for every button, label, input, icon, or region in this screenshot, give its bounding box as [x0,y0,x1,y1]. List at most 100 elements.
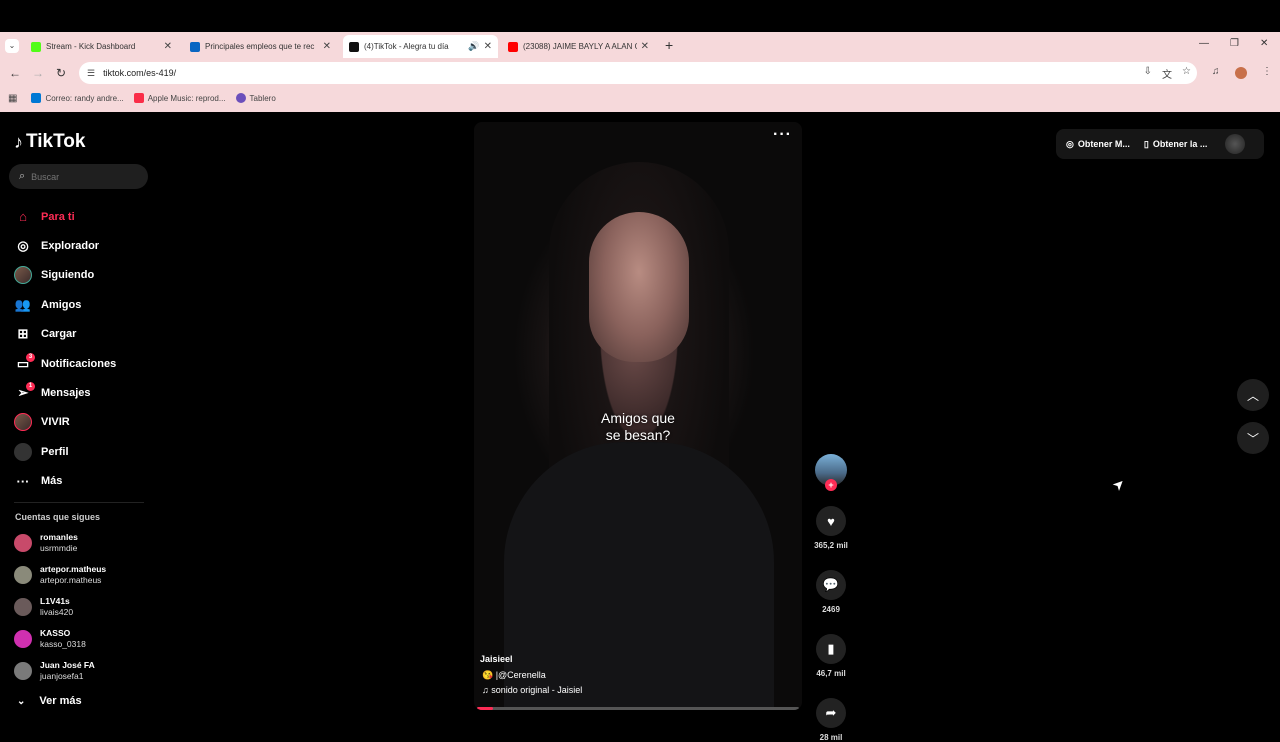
tab-youtube[interactable]: (23088) JAIME BAYLY A ALAN G ✕ [502,35,655,58]
bookmark-star-icon[interactable]: ☆ [1182,66,1191,81]
follow-plus-icon[interactable]: + [825,479,837,491]
account-handle: kasso_0318 [40,639,86,649]
url-text[interactable]: tiktok.com/es-419/ [103,68,176,78]
back-arrow-icon[interactable]: ← [9,66,21,80]
bookmark-icon[interactable]: ▮ [816,634,846,664]
sidebar-item-label: Mensajes [41,387,91,400]
avatar [14,598,32,616]
sidebar-divider [14,502,144,503]
sidebar-item-label: Para ti [41,210,75,223]
sidebar-item-notificaciones[interactable]: ▭ 3 Notificaciones [14,349,154,378]
creator-avatar[interactable]: + [815,454,847,491]
home-icon: ⌂ [19,209,27,225]
following-account[interactable]: romanles usrmmdie [14,532,78,554]
translate-icon[interactable]: 文 [1162,66,1172,81]
video-author[interactable]: Jaisieel [480,654,513,664]
browser-menu-icon[interactable]: ⋮ [1262,66,1272,77]
comment-action[interactable]: 💬 2469 [812,570,850,614]
tiktok-logo[interactable]: ♪ TikTok [14,131,85,153]
sidebar-item-para-ti[interactable]: ⌂ Para ti [14,202,154,231]
close-tab-icon[interactable]: ✕ [641,41,649,52]
sidebar-item-cargar[interactable]: ⊞ Cargar [14,320,154,349]
following-account[interactable]: artepor.matheus artepor.matheus [14,564,106,586]
video-progress-bar[interactable] [477,707,799,710]
user-avatar[interactable] [1225,134,1246,154]
save-action[interactable]: ▮ 46,7 mil [812,634,850,678]
sidebar-item-perfil[interactable]: Perfil [14,437,154,466]
button-label: Obtener la ... [1152,139,1208,149]
video-sound[interactable]: ♫ sonido original - Jaisiel [482,685,582,695]
minimize-icon[interactable]: — [1199,38,1209,49]
close-tab-icon[interactable]: ✕ [484,41,492,52]
video-player[interactable]: ··· Amigos que se besan? Jaisieel 😘 |@Ce… [474,122,802,710]
close-tab-icon[interactable]: ✕ [323,41,331,52]
caption-line: Amigos que [601,410,675,426]
sidebar-item-label: Amigos [41,298,82,311]
sidebar-item-mensajes[interactable]: ➢ 1 Mensajes [14,378,154,407]
heart-icon[interactable]: ♥ [816,506,846,536]
get-app-button[interactable]: ▯ Obtener la ... [1144,139,1207,150]
sidebar-item-mas[interactable]: ··· Más [14,467,154,496]
phone-icon: ▯ [1143,138,1149,149]
get-coins-button[interactable]: ◎ Obtener M... [1066,139,1130,150]
following-account[interactable]: KASSO kasso_0318 [14,628,86,650]
account-name: L1V41s [40,596,70,606]
tab-kick[interactable]: Stream - Kick Dashboard ✕ [25,35,178,58]
account-name: romanles [40,532,78,542]
bookmark-label: Correo: randy andre... [45,93,124,103]
tab-title: Principales empleos que te rec [205,42,315,51]
close-tab-icon[interactable]: ✕ [164,41,172,52]
video-description: 😘 |@Cerenella [482,670,546,680]
sidebar-item-label: Más [41,475,63,488]
address-bar[interactable]: ☰ tiktok.com/es-419/ ⇩ 文 ☆ [79,62,1197,84]
header-actions: ◎ Obtener M... ▯ Obtener la ... [1056,129,1264,159]
share-action[interactable]: ➦ 28 mil [812,698,850,742]
close-window-icon[interactable]: ✕ [1260,38,1268,49]
comment-icon[interactable]: 💬 [816,570,846,600]
new-tab-plus-icon[interactable]: + [665,37,673,53]
compass-icon: ◎ [17,238,29,254]
restore-icon[interactable]: ❐ [1230,38,1239,49]
account-handle: livais420 [40,607,74,617]
sidebar-item-siguiendo[interactable]: Siguiendo [14,261,154,290]
video-progress-fill [477,707,494,710]
video-caption-overlay: Amigos que se besan? [474,410,802,444]
speaker-icon[interactable]: 🔊 [468,41,479,52]
share-icon[interactable]: ➦ [816,698,846,728]
media-controls-icon[interactable]: ♫ [1212,66,1220,77]
account-name: KASSO [40,628,71,638]
sidebar-nav: ⌂ Para ti ◎ Explorador Siguiendo 👥 Amigo… [14,202,154,496]
tab-search-dropdown[interactable]: ⌄ [5,39,19,53]
bookmark-tablero[interactable]: Tablero [235,93,276,103]
search-icon: ⌕ [19,170,26,182]
reload-icon[interactable]: ↻ [56,66,66,80]
more-options-icon[interactable]: ··· [773,126,792,144]
avatar [14,630,32,648]
sidebar-item-vivir[interactable]: VIVIR [14,408,154,437]
tab-tiktok[interactable]: (4)TikTok - Alegra tu día 🔊 ✕ [343,35,498,58]
tab-linkedin[interactable]: Principales empleos que te rec ✕ [184,35,337,58]
next-video-button[interactable]: ﹀ [1237,422,1269,454]
following-account[interactable]: L1V41s livais420 [14,596,73,618]
bookmark-outlook[interactable]: Correo: randy andre... [31,93,124,103]
apps-grid-icon[interactable]: ▦ [8,93,17,104]
button-label: Obtener M... [1077,139,1130,149]
install-app-icon[interactable]: ⇩ [1144,66,1152,81]
following-account[interactable]: Juan José FA juanjosefa1 [14,660,95,682]
avatar [14,534,32,552]
like-action[interactable]: ♥ 365,2 mil [812,506,850,550]
linkedin-favicon-icon [190,41,200,52]
profile-avatar[interactable] [1235,67,1247,79]
search-input[interactable] [31,171,132,182]
previous-video-button[interactable]: ︿ [1237,379,1269,411]
address-row: ← → ↻ ☰ tiktok.com/es-419/ ⇩ 文 ☆ ♫ ⋮ [0,60,1280,86]
bookmark-apple-music[interactable]: Apple Music: reprod... [133,93,226,103]
sidebar-item-amigos[interactable]: 👥 Amigos [14,290,154,319]
see-more-button[interactable]: ⌄ Ver más [17,695,82,707]
site-info-icon[interactable]: ☰ [87,68,95,79]
chevron-down-icon: ﹀ [1246,431,1259,446]
sidebar-item-explorador[interactable]: ◎ Explorador [14,231,154,260]
forward-arrow-icon[interactable]: → [32,66,44,80]
search-bar[interactable]: ⌕ [9,164,148,189]
like-count: 365,2 mil [814,541,848,550]
